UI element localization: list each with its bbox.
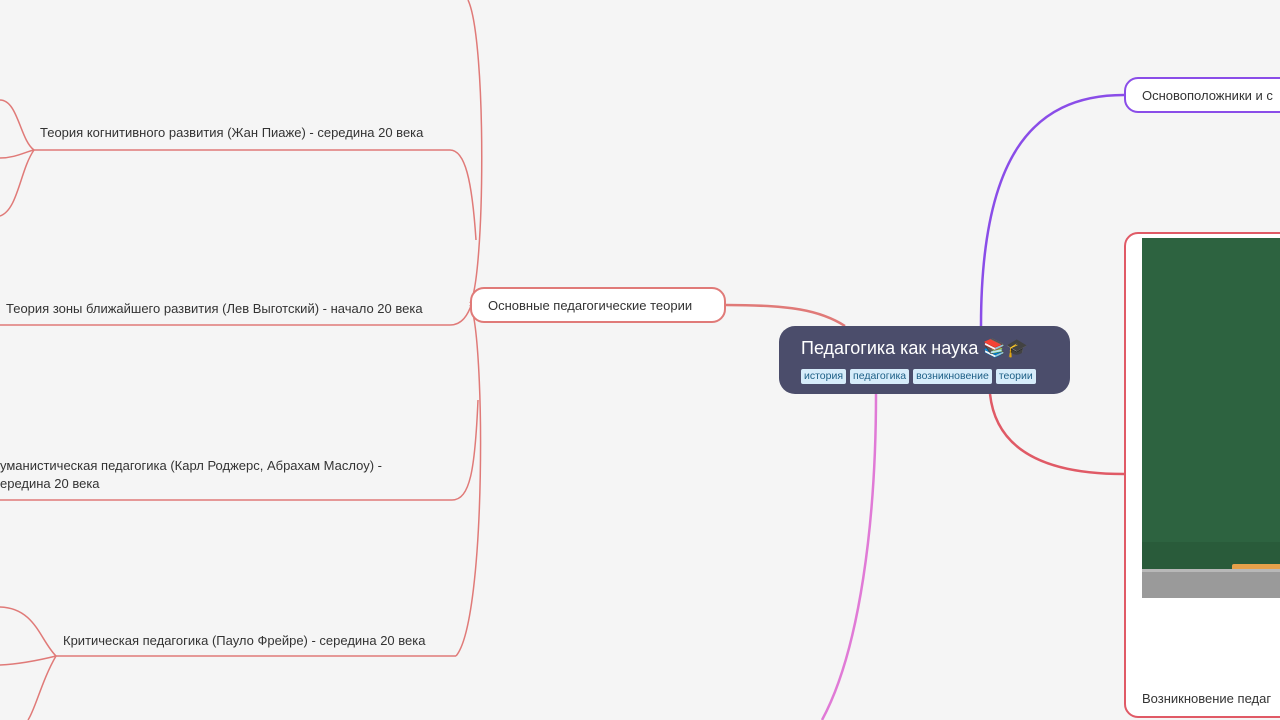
central-title: Педагогика как наука 📚🎓: [801, 338, 1029, 358]
tag-history[interactable]: история: [801, 369, 847, 384]
node-founders-label: Основоположники и с: [1142, 87, 1273, 103]
tag-list: история педагогика возникновение теории: [801, 369, 1070, 384]
mindmap-canvas[interactable]: Основные педагогические теории Теория ко…: [0, 0, 1280, 720]
connection-lines: [0, 0, 1125, 720]
link-theory-4-sub-c: [27, 655, 57, 720]
node-theories[interactable]: Основные педагогические теории: [470, 287, 726, 323]
node-founders[interactable]: Основоположники и с: [1124, 77, 1280, 113]
link-theories-trunk: [467, 0, 483, 304]
link-theory-1-sub-b: [0, 149, 35, 159]
image-caption: Возникновение педаг: [1142, 691, 1272, 706]
theory-humanistic-line2[interactable]: ередина 20 века: [0, 475, 100, 493]
theory-critical[interactable]: Критическая педагогика (Пауло Фрейре) - …: [63, 632, 425, 650]
link-theory-4-sub-b: [0, 655, 57, 666]
theory-cognitive[interactable]: Теория когнитивного развития (Жан Пиаже)…: [40, 124, 423, 142]
central-topic[interactable]: Педагогика как наука 📚🎓 история педагоги…: [779, 326, 1070, 394]
tag-theories[interactable]: теории: [995, 369, 1036, 384]
chalkboard-image: [1142, 238, 1280, 598]
node-image-card[interactable]: Возникновение педаг: [1124, 232, 1280, 718]
link-theories: [725, 303, 846, 328]
link-image-node: [988, 393, 1125, 476]
theory-humanistic-line1[interactable]: уманистическая педагогика (Карл Роджерс,…: [0, 457, 382, 475]
link-theory-1: [34, 149, 477, 241]
node-theories-label: Основные педагогические теории: [488, 297, 693, 313]
link-theory-4-sub-a: [0, 606, 57, 657]
link-founders: [979, 93, 1125, 327]
tag-origin[interactable]: возникновение: [913, 369, 992, 384]
tag-pedagogy[interactable]: педагогика: [850, 369, 910, 384]
board-ledge: [1142, 569, 1280, 598]
link-theories-trunk-down: [455, 304, 482, 657]
link-bottom: [820, 393, 878, 720]
theory-zone[interactable]: Теория зоны ближайшего развития (Лев Выг…: [6, 300, 423, 318]
link-theory-1-sub-c: [0, 149, 35, 217]
link-theory-1-sub-a: [0, 99, 35, 151]
